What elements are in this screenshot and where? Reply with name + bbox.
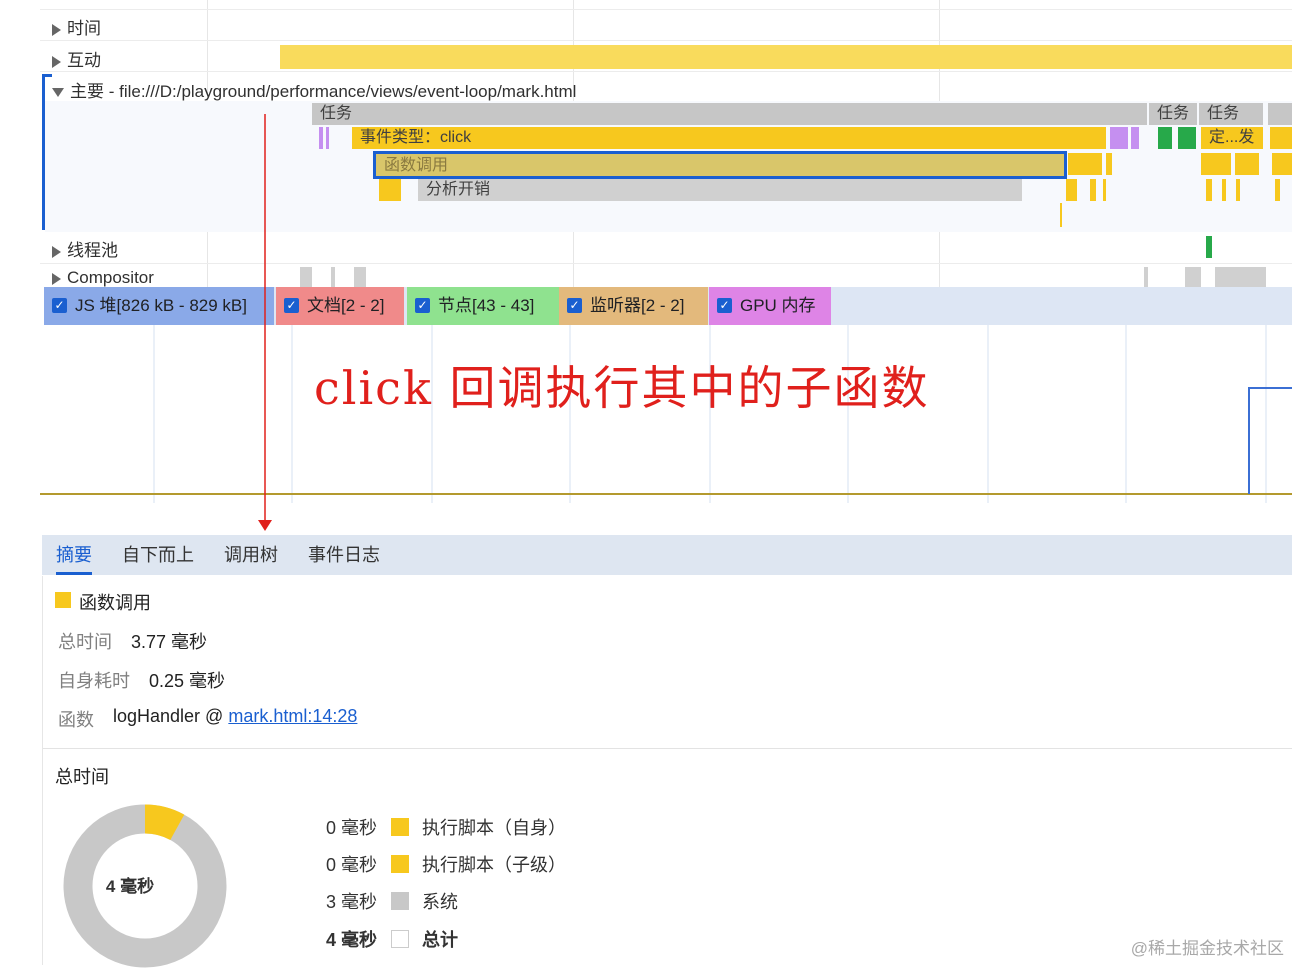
flame-sub[interactable]	[1236, 179, 1240, 201]
tab-event-log[interactable]: 事件日志	[308, 535, 380, 575]
flame-sub[interactable]	[1066, 179, 1077, 201]
expand-icon[interactable]	[52, 23, 61, 36]
checkbox-checked-icon[interactable]: ✓	[284, 298, 299, 314]
compositor-activity[interactable]	[354, 267, 366, 287]
js-heap-line	[1248, 387, 1292, 494]
compositor-activity[interactable]	[1215, 267, 1266, 287]
compositor-activity[interactable]	[1144, 267, 1148, 287]
memory-counter-bar: ✓ JS 堆[826 kB - 829 kB] ✓ 文档[2 - 2] ✓ 节点[43…	[44, 287, 1292, 325]
flame-function[interactable]	[1106, 153, 1112, 175]
total-time-section-title: 总时间	[55, 767, 109, 787]
flame-function[interactable]	[1201, 153, 1231, 175]
flame-task[interactable]: 任务	[1149, 103, 1197, 125]
flame-function[interactable]	[1272, 153, 1292, 175]
flame-sub[interactable]	[1103, 179, 1106, 201]
expand-icon[interactable]	[52, 272, 61, 285]
flame-event-marker[interactable]	[326, 127, 329, 149]
legend-row-total: 4 毫秒 总计	[325, 930, 458, 950]
track-threadpool[interactable]	[40, 232, 1292, 264]
flame-event-marker[interactable]	[319, 127, 323, 149]
donut-script	[144, 804, 185, 841]
function-label: 函数	[58, 710, 94, 730]
counter-js-heap[interactable]: ✓ JS 堆[826 kB - 829 kB]	[44, 287, 274, 325]
counter-gpu-memory[interactable]: ✓ GPU 内存	[709, 287, 831, 325]
counter-documents[interactable]: ✓ 文档[2 - 2]	[276, 287, 404, 325]
flame-task[interactable]: 任务	[1199, 103, 1263, 125]
legend-swatch	[391, 855, 409, 874]
counter-listeners[interactable]: ✓ 监听器[2 - 2]	[559, 287, 708, 325]
source-link[interactable]: mark.html:14:28	[228, 706, 357, 726]
time-donut-chart: 4 毫秒	[63, 804, 227, 968]
checkbox-checked-icon[interactable]: ✓	[415, 298, 430, 314]
flame-function[interactable]	[1235, 153, 1259, 175]
expand-icon[interactable]	[52, 55, 61, 68]
divider	[43, 748, 1292, 749]
timeline-panel[interactable]: 时间 互动 主要 - file:///D:/playground/perform…	[0, 0, 1292, 290]
main-track-bracket-top	[42, 74, 52, 77]
annotation-text: click 回调执行其中的子函数	[314, 361, 930, 415]
tab-bottom-up[interactable]: 自下而上	[122, 535, 194, 575]
total-time-label: 总时间	[58, 632, 112, 652]
track-threadpool-label[interactable]: 线程池	[52, 236, 118, 261]
flame-function-call-selected[interactable]: 函数调用	[373, 151, 1067, 179]
legend-row: 0 毫秒 执行脚本（自身）	[325, 818, 566, 838]
legend-swatch	[391, 930, 409, 949]
flame-function[interactable]	[1068, 153, 1102, 175]
flame-sub[interactable]	[379, 179, 401, 201]
compositor-activity[interactable]	[1185, 267, 1201, 287]
flame-event-marker[interactable]	[1131, 127, 1139, 149]
flame-paint[interactable]	[1158, 127, 1172, 149]
flame-task[interactable]: 任务	[312, 103, 1147, 125]
details-tab-bar: 摘要 自下而上 调用树 事件日志	[42, 535, 1292, 575]
total-time-value: 3.77 毫秒	[131, 632, 208, 652]
self-time-value: 0.25 毫秒	[149, 671, 226, 691]
track-time-label[interactable]: 时间	[52, 14, 101, 39]
flame-profiling-overhead[interactable]: 分析开销	[418, 179, 1022, 201]
category-swatch	[55, 592, 71, 608]
flame-sub[interactable]	[1060, 203, 1062, 227]
annotation-arrow	[258, 114, 272, 531]
interaction-bar[interactable]	[280, 45, 1292, 69]
collapse-icon[interactable]	[52, 88, 64, 98]
track-time[interactable]	[40, 9, 1292, 41]
legend-row: 3 毫秒 系统	[325, 892, 458, 912]
flame-event-click[interactable]: 事件类型：click	[352, 127, 1106, 149]
expand-icon[interactable]	[52, 245, 61, 258]
function-value: logHandler @ mark.html:14:28	[113, 706, 358, 726]
flame-event[interactable]	[1270, 127, 1292, 149]
flame-sub[interactable]	[1275, 179, 1280, 201]
track-compositor-label[interactable]: Compositor	[52, 268, 154, 288]
checkbox-checked-icon[interactable]: ✓	[717, 298, 732, 314]
tab-call-tree[interactable]: 调用树	[224, 535, 278, 575]
flame-sub[interactable]	[1222, 179, 1226, 201]
checkbox-checked-icon[interactable]: ✓	[52, 298, 67, 314]
self-time-label: 自身耗时	[58, 671, 130, 691]
checkbox-checked-icon[interactable]: ✓	[567, 298, 582, 314]
legend-swatch	[391, 818, 409, 837]
counter-nodes[interactable]: ✓ 节点[43 - 43]	[407, 287, 559, 325]
flame-sub[interactable]	[1090, 179, 1096, 201]
track-interaction-label[interactable]: 互动	[52, 46, 101, 71]
watermark: @稀土掘金技术社区	[1130, 939, 1284, 958]
summary-title: 函数调用	[79, 593, 151, 613]
flame-task[interactable]	[1268, 103, 1292, 125]
flame-event-marker[interactable]	[1110, 127, 1128, 149]
summary-panel: 函数调用 总时间 3.77 毫秒 自身耗时 0.25 毫秒 函数 logHand…	[42, 576, 1292, 968]
track-main-label[interactable]: 主要 - file:///D:/playground/performance/v…	[52, 77, 576, 102]
legend-row: 0 毫秒 执行脚本（子级）	[325, 855, 566, 875]
compositor-activity[interactable]	[331, 267, 335, 287]
flame-paint[interactable]	[1178, 127, 1196, 149]
tab-summary[interactable]: 摘要	[56, 535, 92, 575]
donut-center-label: 4 毫秒	[106, 876, 154, 896]
flame-sub[interactable]	[1206, 179, 1212, 201]
flame-event-short[interactable]: 定...发	[1201, 127, 1263, 149]
threadpool-activity[interactable]	[1206, 236, 1212, 258]
compositor-activity[interactable]	[300, 267, 312, 287]
legend-swatch	[391, 892, 409, 911]
